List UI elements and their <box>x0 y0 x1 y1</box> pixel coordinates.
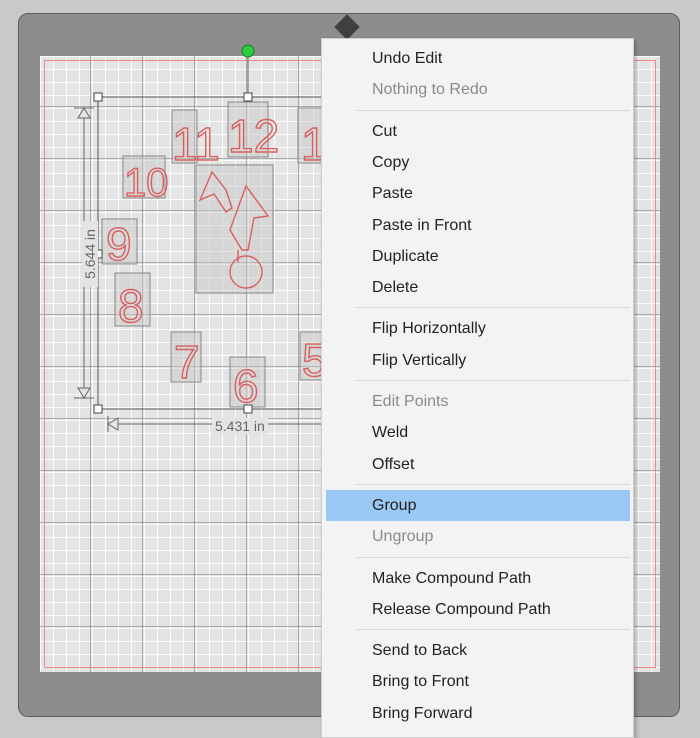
menu-item-paste-in-front[interactable]: Paste in Front <box>326 210 630 241</box>
height-dimension-label: 5.644 in <box>82 221 98 287</box>
menu-item-send-to-back[interactable]: Send to Back <box>326 635 630 666</box>
number-6: 6 <box>233 360 259 412</box>
number-9: 9 <box>106 218 132 270</box>
menu-separator <box>356 109 630 111</box>
menu-item-copy[interactable]: Copy <box>326 147 630 178</box>
rotate-handle <box>241 44 255 58</box>
menu-item-release-compound-path[interactable]: Release Compound Path <box>326 594 630 625</box>
number-10: 10 <box>124 161 169 205</box>
menu-separator <box>356 483 630 485</box>
menu-item-flip-vertically[interactable]: Flip Vertically <box>326 345 630 376</box>
menu-separator <box>356 629 630 631</box>
menu-separator <box>356 380 630 381</box>
width-dimension-label: 5.431 in <box>212 418 268 434</box>
menu-item-make-compound-path[interactable]: Make Compound Path <box>326 563 630 594</box>
menu-item-cut[interactable]: Cut <box>326 116 630 147</box>
menu-item-bring-to-front[interactable]: Bring to Front <box>326 666 630 697</box>
resize-handle-top-left <box>93 92 103 102</box>
resize-handle-bottom-left <box>93 404 103 414</box>
number-7: 7 <box>174 336 200 388</box>
resize-handle-bottom-middle <box>243 404 253 414</box>
context-menu: Undo Edit Nothing to Redo Cut Copy Paste Past… <box>321 38 634 738</box>
menu-item-ungroup: Ungroup <box>372 528 434 546</box>
menu-item-group[interactable]: Group <box>326 489 630 521</box>
menu-item-delete[interactable]: Delete <box>326 272 630 303</box>
menu-separator <box>356 307 630 309</box>
resize-handle-top-middle <box>243 92 253 102</box>
menu-item-weld[interactable]: Weld <box>326 417 630 448</box>
number-12: 12 <box>228 110 279 162</box>
menu-item-paste[interactable]: Paste <box>326 178 630 209</box>
menu-item-edit-points: Edit Points <box>372 393 449 410</box>
menu-item-bring-forward[interactable]: Bring Forward <box>326 698 630 729</box>
menu-item-nothing-to-redo: Nothing to Redo <box>372 81 488 99</box>
number-11: 11 <box>172 118 220 170</box>
menu-item-offset[interactable]: Offset <box>326 449 630 480</box>
number-8: 8 <box>118 280 144 332</box>
menu-item-flip-horizontally[interactable]: Flip Horizontally <box>326 313 630 344</box>
menu-item-undo-edit[interactable]: Undo Edit <box>326 43 630 74</box>
menu-separator <box>356 556 630 558</box>
menu-item-duplicate[interactable]: Duplicate <box>326 241 630 272</box>
